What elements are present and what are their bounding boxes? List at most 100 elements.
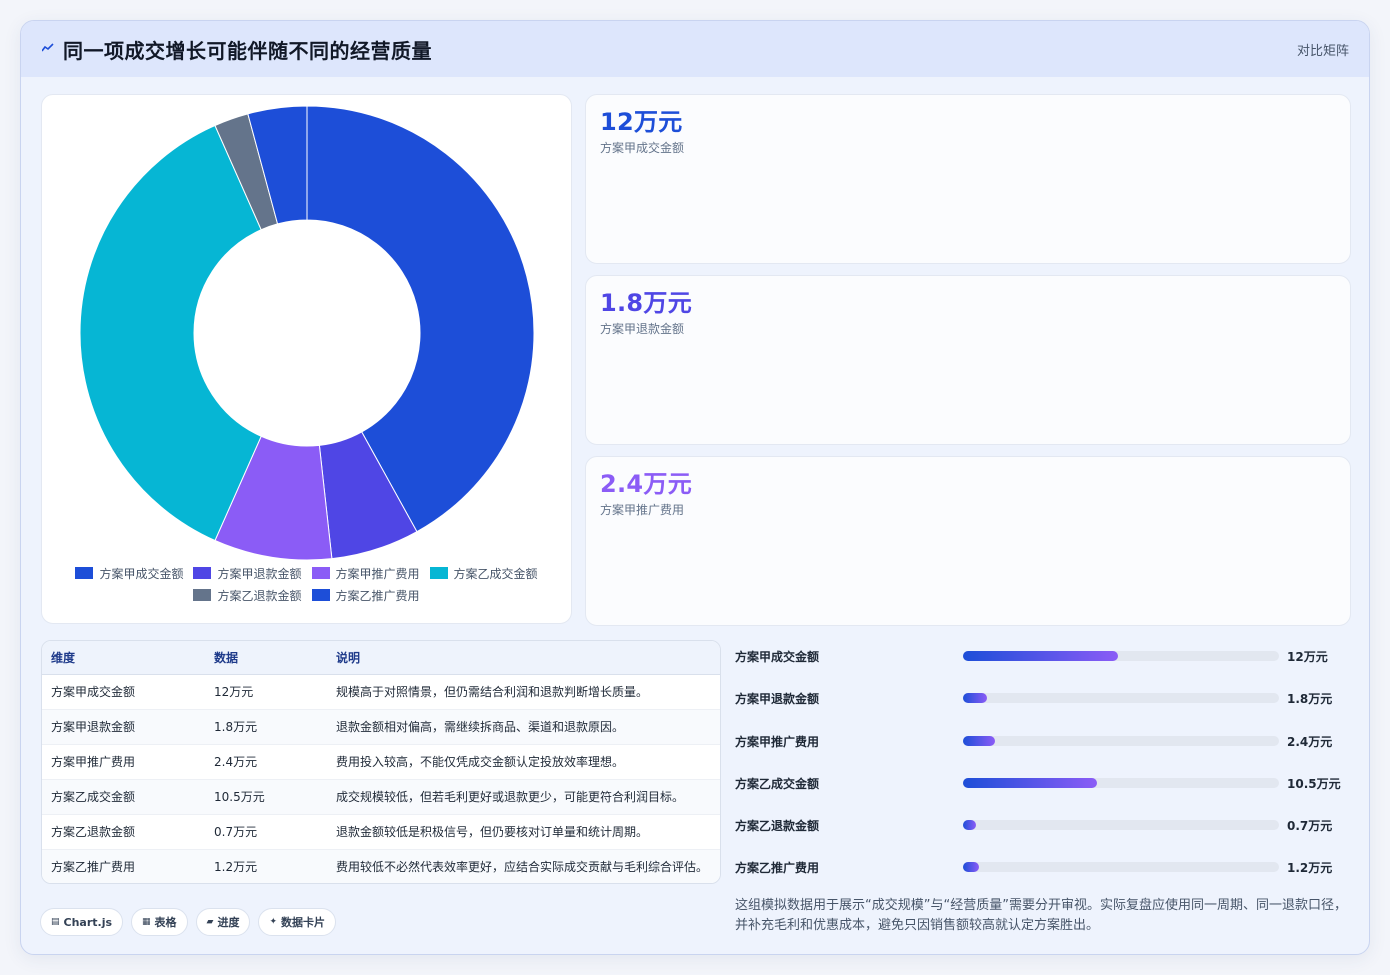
footnote: 这组模拟数据用于展示“成交规模”与“经营质量”需要分开审视。实际复盘应使用同一周…: [735, 898, 1347, 933]
progress-label: 方案乙推广费用: [735, 860, 820, 875]
cell-data: 10.5万元: [205, 779, 327, 815]
progress-track: [963, 862, 1279, 872]
title-wrap: 同一项成交增长可能伴随不同的经营质量: [41, 35, 432, 64]
chart-icon: ▤: [51, 917, 60, 927]
kpi-card-2: 1.8万元 方案甲退款金额: [585, 275, 1351, 445]
data-table-panel: 维度 数据 说明 方案甲成交金额 12万元 规模高于对照情景，但仍需结合利润和退…: [41, 640, 721, 884]
progress-value: 0.7万元: [1287, 818, 1333, 833]
progress-track: [963, 651, 1279, 661]
cell-data: 1.8万元: [205, 709, 327, 745]
progress-value: 1.2万元: [1287, 860, 1333, 875]
progress-track: [963, 736, 1279, 746]
progress-label: 方案乙退款金额: [735, 818, 820, 833]
progress-label: 方案甲退款金额: [735, 691, 820, 706]
legend-swatch: [429, 567, 448, 579]
legend-item[interactable]: 方案乙推广费用: [311, 587, 420, 603]
progress-row: 方案乙退款金额 0.7万元: [735, 815, 1355, 835]
progress-row: 方案乙推广费用 1.2万元: [735, 857, 1355, 877]
progress-row: 方案乙成交金额 10.5万元: [735, 773, 1355, 793]
tag-chartjs[interactable]: ▤ Chart.js: [40, 908, 124, 936]
table-row: 方案甲成交金额 12万元 规模高于对照情景，但仍需结合利润和退款判断增长质量。: [42, 674, 720, 710]
progress-fill: [963, 693, 987, 703]
donut-slice[interactable]: [79, 124, 262, 542]
legend-item[interactable]: 方案甲成交金额: [75, 565, 183, 581]
chart-legend: 方案甲成交金额 方案甲退款金额 方案甲推广费用 方案乙成交金额方案乙退款金额 方案乙推广…: [62, 565, 551, 603]
column-header-description: 说明: [327, 641, 720, 675]
donut-chart: [79, 105, 535, 561]
cell-description: 退款金额较低是积极信号，但仍要核对订单量和统计周期。: [327, 814, 720, 850]
progress-row: 方案甲推广费用 2.4万元: [735, 731, 1355, 751]
table-row: 方案乙退款金额 0.7万元 退款金额较低是积极信号，但仍要核对订单量和统计周期。: [42, 814, 720, 850]
tag-data-cards[interactable]: ✦ 数据卡片: [258, 908, 337, 936]
legend-label: 方案乙成交金额: [453, 566, 538, 581]
cell-data: 2.4万元: [205, 744, 327, 780]
legend-label: 方案甲退款金额: [217, 566, 302, 581]
table-icon: ▦: [142, 917, 151, 927]
tag-progress[interactable]: ▰ 进度: [195, 908, 251, 936]
progress-icon: ▰: [206, 917, 214, 927]
cell-data: 12万元: [205, 674, 327, 710]
cell-dimension: 方案乙推广费用: [42, 849, 205, 883]
tag-label: Chart.js: [63, 915, 113, 929]
progress-label: 方案乙成交金额: [735, 776, 820, 791]
progress-fill: [963, 736, 995, 746]
tag-table[interactable]: ▦ 表格: [131, 908, 188, 936]
progress-track: [963, 820, 1279, 830]
sparkline-icon: [41, 42, 55, 57]
legend-item[interactable]: 方案甲退款金额: [193, 565, 302, 581]
tag-label: 数据卡片: [281, 916, 326, 929]
legend-label: 方案甲推广费用: [335, 566, 420, 581]
kpi-value: 1.8万元: [600, 289, 693, 317]
cell-description: 费用较低不必然代表效率更好，应结合实际成交贡献与毛利综合评估。: [327, 849, 720, 883]
compare-matrix-link[interactable]: 对比矩阵: [1297, 40, 1349, 59]
progress-track: [963, 778, 1279, 788]
progress-track: [963, 693, 1279, 703]
cell-description: 规模高于对照情景，但仍需结合利润和退款判断增长质量。: [327, 674, 720, 710]
kpi-card-3: 2.4万元 方案甲推广费用: [585, 456, 1351, 626]
kpi-label: 方案甲推广费用: [600, 503, 685, 517]
cell-description: 成交规模较低，但若毛利更好或退款更少，可能更符合利润目标。: [327, 779, 720, 815]
table-row: 方案甲推广费用 2.4万元 费用投入较高，不能仅凭成交金额认定投放效率理想。: [42, 744, 720, 780]
kpi-label: 方案甲退款金额: [600, 322, 685, 336]
progress-fill: [963, 778, 1098, 788]
dashboard-card: 同一项成交增长可能伴随不同的经营质量 对比矩阵 方案甲成交金额 方案甲退款金额 方案…: [20, 20, 1370, 955]
legend-label: 方案乙推广费用: [335, 588, 420, 603]
tag-list: ▤ Chart.js ▦ 表格 ▰ 进度 ✦ 数据卡片: [40, 908, 337, 936]
legend-item[interactable]: 方案乙成交金额: [429, 565, 538, 581]
cell-dimension: 方案乙退款金额: [42, 814, 205, 850]
legend-swatch: [75, 567, 94, 579]
card-header: 同一项成交增长可能伴随不同的经营质量 对比矩阵: [21, 21, 1369, 77]
kpi-card-1: 12万元 方案甲成交金额: [585, 94, 1351, 264]
cell-dimension: 方案乙成交金额: [42, 779, 205, 815]
tag-label: 进度: [217, 916, 240, 929]
legend-swatch: [193, 567, 212, 579]
cell-dimension: 方案甲成交金额: [42, 674, 205, 710]
kpi-label: 方案甲成交金额: [600, 141, 685, 155]
legend-label: 方案甲成交金额: [99, 566, 184, 581]
progress-value: 2.4万元: [1287, 734, 1333, 749]
tag-label: 表格: [154, 916, 177, 929]
table-row: 方案乙成交金额 10.5万元 成交规模较低，但若毛利更好或退款更少，可能更符合利…: [42, 779, 720, 815]
sparkle-icon: ✦: [269, 917, 278, 927]
legend-swatch: [311, 567, 330, 579]
kpi-value: 12万元: [600, 108, 683, 136]
legend-item[interactable]: 方案甲推广费用: [311, 565, 420, 581]
progress-label: 方案甲推广费用: [735, 734, 820, 749]
progress-fill: [963, 651, 1118, 661]
legend-swatch: [193, 589, 212, 601]
progress-fill: [963, 862, 979, 872]
column-header-dimension: 维度: [42, 641, 205, 675]
progress-value: 10.5万元: [1287, 776, 1341, 791]
data-table: 维度 数据 说明 方案甲成交金额 12万元 规模高于对照情景，但仍需结合利润和退…: [42, 641, 720, 883]
legend-swatch: [311, 589, 330, 601]
cell-description: 费用投入较高，不能仅凭成交金额认定投放效率理想。: [327, 744, 720, 780]
table-header-row: 维度 数据 说明: [42, 641, 720, 675]
cell-data: 0.7万元: [205, 814, 327, 850]
cell-dimension: 方案甲推广费用: [42, 744, 205, 780]
column-header-data: 数据: [205, 641, 327, 675]
table-row: 方案乙推广费用 1.2万元 费用较低不必然代表效率更好，应结合实际成交贡献与毛利…: [42, 849, 720, 883]
legend-item[interactable]: 方案乙退款金额: [193, 587, 302, 603]
table-row: 方案甲退款金额 1.8万元 退款金额相对偏高，需继续拆商品、渠道和退款原因。: [42, 709, 720, 745]
kpi-value: 2.4万元: [600, 470, 693, 498]
progress-label: 方案甲成交金额: [735, 649, 820, 664]
